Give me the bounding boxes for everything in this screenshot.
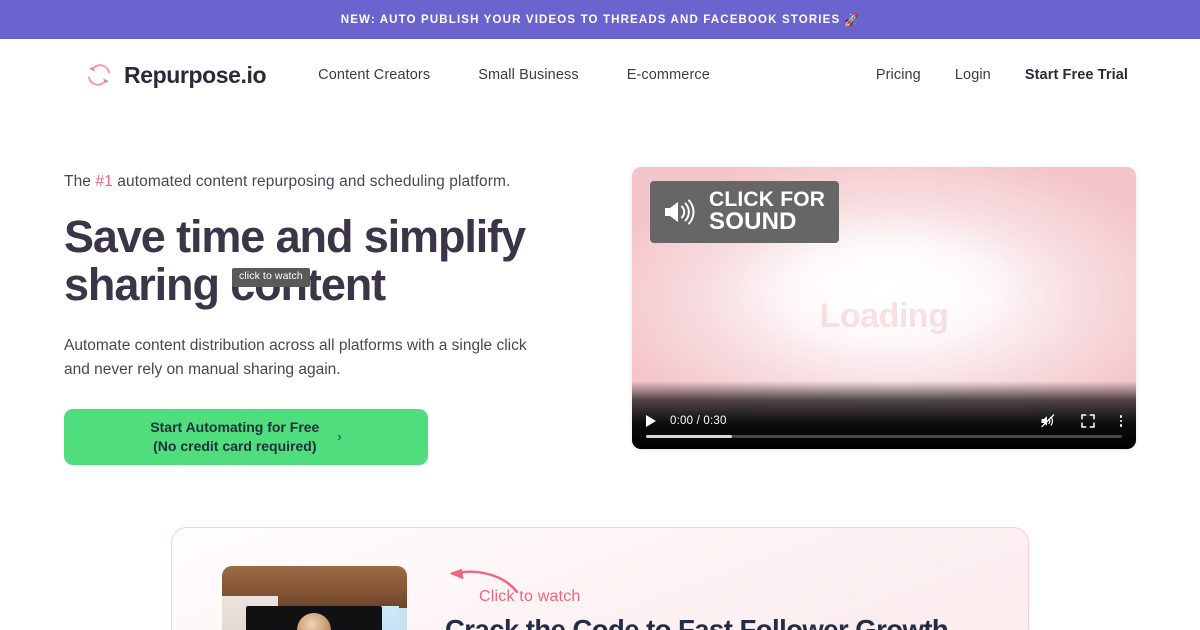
nav-item-login[interactable]: Login — [955, 67, 991, 83]
click-to-watch-annotation: Click to watch — [445, 568, 948, 614]
click-to-watch-tooltip: click to watch — [232, 268, 310, 287]
secondary-nav: Pricing Login Start Free Trial — [876, 67, 1128, 83]
avatar — [297, 612, 331, 630]
feature-card-title: Crack the Code to Fast Follower Growth — [445, 613, 949, 630]
feature-card-body: Click to watch Crack the Code to Fast Fo… — [445, 566, 949, 630]
primary-nav: Content Creators Small Business E-commer… — [294, 67, 734, 83]
video-ghost-text: Loading — [819, 297, 949, 335]
cta-label: Start Automating for Free (No credit car… — [150, 418, 320, 454]
nav-item-e-commerce[interactable]: E-commerce — [603, 67, 734, 83]
chevron-right-icon: › — [337, 429, 342, 445]
hero-eyebrow: The #1 automated content repurposing and… — [64, 173, 602, 191]
site-header: Repurpose.io Content Creators Small Busi… — [0, 39, 1200, 111]
announcement-banner[interactable]: NEW: AUTO PUBLISH YOUR VIDEOS TO THREADS… — [0, 0, 1200, 39]
page-title: Save time and simplify sharing content c… — [64, 213, 602, 308]
video-thumbnail[interactable]: sofiaplace Social Reach 6,544 Views 124 … — [222, 565, 407, 630]
repurpose-circular-arrows-icon — [84, 62, 114, 88]
click-to-watch-label: Click to watch — [479, 587, 581, 605]
fullscreen-icon[interactable] — [1080, 413, 1096, 429]
hero-subtext: Automate content distribution across all… — [64, 337, 527, 378]
play-icon[interactable] — [646, 415, 656, 427]
nav-item-content-creators[interactable]: Content Creators — [294, 67, 454, 83]
feature-section: sofiaplace Social Reach 6,544 Views 124 … — [0, 465, 1200, 630]
brand-logo[interactable]: Repurpose.io — [84, 61, 267, 89]
video-controls-bar: 0:00 / 0:30 — [632, 381, 1136, 449]
hero-media: Loading CLICK FOR SOUND 0:00 / 0:30 — [632, 159, 1136, 465]
start-automating-button[interactable]: Start Automating for Free (No credit car… — [64, 408, 428, 465]
rocket-icon: 🚀 — [844, 12, 860, 27]
video-progress-fill — [646, 435, 732, 438]
kebab-menu-icon[interactable] — [1119, 415, 1122, 427]
headline-line-2: sharing content — [64, 258, 386, 310]
hero-eyebrow-pre: The — [64, 173, 96, 190]
click-for-sound-label: CLICK FOR SOUND — [709, 189, 825, 236]
hero-copy: The #1 automated content repurposing and… — [64, 159, 602, 465]
feature-card[interactable]: sofiaplace Social Reach 6,544 Views 124 … — [171, 526, 1029, 630]
hero-eyebrow-post: automated content repurposing and schedu… — [112, 173, 511, 190]
sound-label-line-2: SOUND — [709, 208, 797, 236]
hero-section: The #1 automated content repurposing and… — [0, 111, 1200, 465]
nav-item-start-free-trial[interactable]: Start Free Trial — [1025, 67, 1128, 83]
headline-line-1: Save time and simplify — [64, 211, 526, 262]
video-player[interactable]: Loading CLICK FOR SOUND 0:00 / 0:30 — [632, 167, 1136, 449]
nav-item-pricing[interactable]: Pricing — [876, 67, 921, 83]
volume-muted-icon[interactable] — [1040, 413, 1056, 429]
video-time-display: 0:00 / 0:30 — [670, 415, 727, 427]
announcement-text: NEW: AUTO PUBLISH YOUR VIDEOS TO THREADS… — [340, 13, 841, 26]
thumbnail-profile-overlay: sofiaplace Social Reach 6,544 Views 124 … — [246, 605, 382, 630]
hero-eyebrow-highlight: #1 — [95, 173, 113, 190]
nav-item-small-business[interactable]: Small Business — [454, 67, 603, 83]
video-progress-bar[interactable] — [646, 435, 1122, 438]
video-controls-row: 0:00 / 0:30 — [632, 409, 1136, 433]
speaker-volume-icon — [662, 197, 698, 227]
video-controls-right — [1040, 413, 1122, 429]
click-for-sound-button[interactable]: CLICK FOR SOUND — [650, 181, 840, 244]
brand-name: Repurpose.io — [124, 61, 267, 88]
